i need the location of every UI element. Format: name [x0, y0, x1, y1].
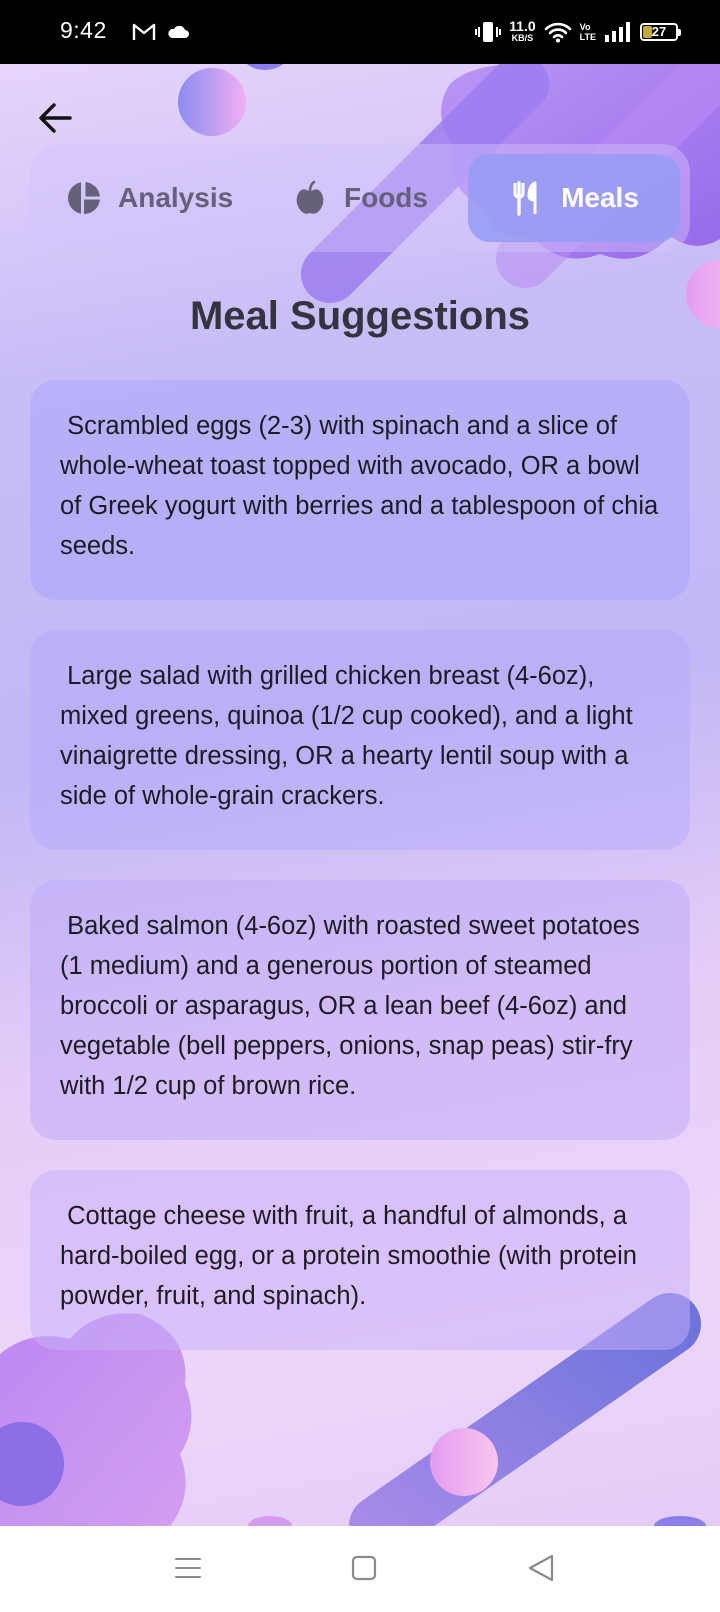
status-bar: 9:42 11.0 KB/S Vo LTE 27: [0, 0, 720, 64]
net-speed: 11.0 KB/S: [509, 18, 536, 44]
menu-icon[interactable]: [168, 1548, 208, 1588]
status-icons: 11.0 KB/S Vo LTE 27: [475, 14, 681, 50]
cloud-icon: [168, 25, 189, 38]
apple-icon: [296, 180, 324, 214]
meal-card-snack: Cottage cheese with fruit, a handful of …: [30, 1170, 690, 1350]
tab-meals-label: Meals: [561, 182, 639, 213]
meal-card-lunch: Large salad with grilled chicken breast …: [30, 630, 690, 850]
tab-foods-label: Foods: [344, 182, 428, 213]
meal-card-breakfast: Scrambled eggs (2-3) with spinach and a …: [30, 380, 690, 600]
status-time: 9:42: [60, 17, 107, 43]
battery-icon: 27: [640, 23, 681, 41]
tab-foods[interactable]: Foods: [292, 154, 428, 242]
wifi-icon: [544, 22, 571, 43]
system-nav-bar: [0, 1526, 720, 1612]
volte-icon: Vo LTE: [580, 22, 596, 42]
back-triangle-icon[interactable]: [522, 1548, 562, 1588]
tab-analysis-label: Analysis: [118, 182, 234, 213]
battery-level: 27: [651, 24, 667, 39]
pie-chart-icon: [68, 182, 100, 214]
page-title: Meal Suggestions: [189, 294, 531, 338]
net-speed-unit: KB/S: [511, 33, 534, 43]
tab-meals[interactable]: Meals: [468, 154, 680, 242]
home-square-icon[interactable]: [344, 1548, 384, 1588]
net-speed-value: 11.0: [509, 18, 536, 34]
volte-top: Vo: [579, 22, 591, 32]
fork-knife-icon: [513, 181, 537, 216]
volte-bottom: LTE: [579, 32, 596, 42]
gmail-icon: [132, 23, 156, 40]
signal-icon: [605, 22, 630, 42]
tab-analysis[interactable]: Analysis: [66, 154, 233, 242]
tab-bar: Analysis Foods Meals: [30, 144, 690, 252]
app-screen: Analysis Foods Meals Meal Suggestions Sc…: [0, 64, 720, 1526]
back-button[interactable]: [36, 98, 76, 138]
vibrate-icon: [475, 22, 502, 42]
meal-card-dinner: Baked salmon (4-6oz) with roasted sweet …: [30, 880, 690, 1140]
